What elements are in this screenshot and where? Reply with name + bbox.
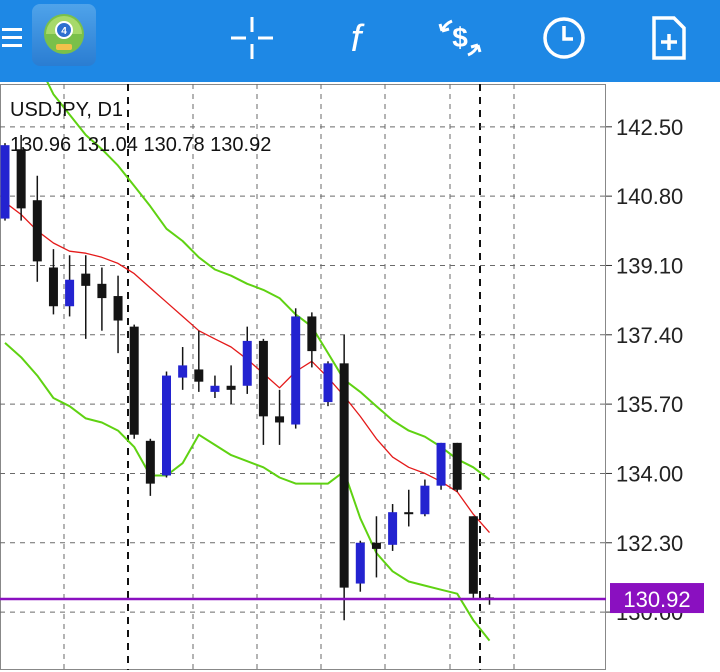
- candle: [145, 438, 155, 496]
- candles: [0, 134, 494, 621]
- candle-body: [420, 485, 430, 515]
- function-icon[interactable]: f: [324, 8, 388, 68]
- menu-icon[interactable]: [0, 8, 26, 68]
- grid: [0, 84, 606, 670]
- candle: [258, 338, 268, 445]
- current-price-label: 130.92: [623, 587, 690, 612]
- svg-text:4: 4: [61, 26, 67, 37]
- ohlc-values: 130.96 131.04 130.78 130.92: [10, 134, 271, 156]
- svg-text:f: f: [351, 18, 365, 60]
- candle: [388, 504, 398, 551]
- ohlc-header: 130.96 131.04 130.78 130.92: [10, 134, 271, 156]
- trade-icon[interactable]: $: [428, 8, 492, 68]
- candle: [436, 442, 446, 490]
- svg-text:$: $: [452, 22, 468, 53]
- app-logo[interactable]: 4: [32, 4, 96, 66]
- candle-body: [48, 267, 58, 307]
- candle: [468, 516, 478, 598]
- price-axis: 142.50 140.80 139.10 137.40 135.70 134.00 132.…: [606, 115, 683, 625]
- candle-body: [355, 542, 365, 584]
- add-chart-icon[interactable]: [636, 8, 700, 68]
- y-tick-label: 134.00: [616, 461, 683, 486]
- candle: [65, 255, 75, 317]
- candle: [275, 389, 285, 445]
- candle: [371, 516, 381, 578]
- candle-body: [162, 375, 171, 476]
- candle: [323, 361, 333, 407]
- candle: [420, 479, 430, 517]
- candle: [194, 330, 204, 392]
- crosshair-icon[interactable]: [220, 8, 284, 68]
- candle: [242, 326, 252, 394]
- chart-area[interactable]: 142.50 140.80 139.10 137.40 135.70 134.00 132.…: [0, 16, 720, 672]
- y-tick-label: 137.40: [616, 323, 683, 348]
- candle-body: [32, 200, 42, 262]
- price-chart[interactable]: 142.50 140.80 139.10 137.40 135.70 134.00 132.…: [0, 16, 720, 672]
- candle: [178, 347, 188, 390]
- candle-body: [210, 385, 220, 392]
- plot-frame: [0, 84, 606, 670]
- candle: [452, 442, 462, 492]
- y-tick-label: 132.30: [616, 531, 683, 556]
- candle-body: [65, 279, 75, 307]
- candle-body: [145, 440, 155, 484]
- candle: [162, 371, 171, 478]
- candle: [355, 540, 365, 592]
- candle-body: [258, 340, 268, 417]
- candle-body: [194, 369, 204, 382]
- y-tick-label: 139.10: [616, 253, 683, 278]
- toolbar: 4 f $: [0, 0, 720, 82]
- candle-body: [97, 283, 107, 299]
- candle-body: [81, 273, 91, 286]
- candle: [48, 249, 58, 315]
- symbol-label: USDJPY, D1: [10, 99, 123, 121]
- candle: [81, 255, 91, 339]
- candle-body: [436, 442, 446, 486]
- candle: [210, 375, 220, 399]
- candle-body: [275, 416, 285, 423]
- candle: [129, 324, 139, 439]
- candle-body: [291, 316, 301, 425]
- candle: [404, 489, 414, 527]
- candle-body: [16, 149, 26, 209]
- y-tick-label: 140.80: [616, 184, 683, 209]
- candle-body: [388, 512, 398, 545]
- candle-body: [307, 316, 317, 352]
- candle-body: [226, 385, 236, 390]
- candle: [113, 275, 123, 354]
- candle: [339, 334, 349, 621]
- candle: [226, 365, 236, 405]
- candle: [97, 267, 107, 331]
- candle-body: [0, 145, 10, 219]
- candle-body: [371, 542, 381, 549]
- y-tick-label: 135.70: [616, 392, 683, 417]
- candle-body: [404, 512, 414, 515]
- candle: [0, 143, 10, 221]
- candle-body: [468, 516, 478, 594]
- candle: [291, 308, 301, 429]
- candle-body: [339, 363, 349, 588]
- candle-body: [323, 363, 333, 403]
- clock-icon[interactable]: [532, 8, 596, 68]
- candle-body: [113, 296, 123, 321]
- candle-body: [178, 365, 188, 378]
- current-price-line: 130.92: [0, 583, 704, 614]
- y-tick-label: 142.50: [616, 115, 683, 140]
- candle-body: [452, 442, 462, 490]
- candle-body: [129, 326, 139, 435]
- candle: [307, 312, 317, 368]
- candle-body: [242, 340, 252, 386]
